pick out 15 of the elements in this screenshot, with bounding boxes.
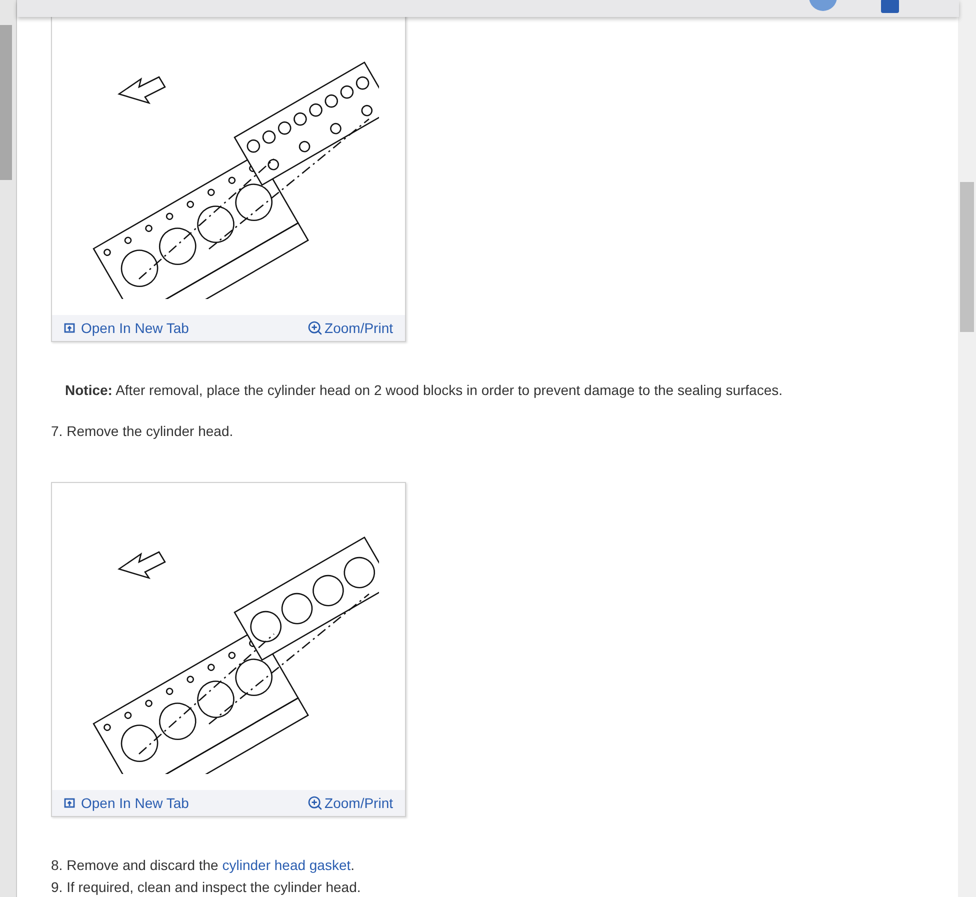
step-text: 9. If required, clean and inspect the cylinder head. (51, 878, 362, 897)
step-text: 7. Remove the cylinder head. (51, 422, 234, 441)
zoom-print-link[interactable]: Zoom/Print (306, 318, 393, 338)
zoom-in-icon (306, 320, 323, 336)
zoom-in-icon (306, 795, 323, 811)
new-tab-icon (64, 323, 75, 333)
open-in-new-tab-link[interactable]: Open In New Tab (64, 792, 189, 814)
scrollbar-thumb[interactable] (960, 182, 974, 332)
zoom-print-link[interactable]: Zoom/Print (306, 792, 393, 814)
new-tab-icon (64, 798, 75, 808)
notice-text: Notice: After removal, place the cylinder head on 2 wood blocks in order to prevent damage to the sealing surfaces. (65, 381, 784, 400)
scrollbar-thumb[interactable] (0, 25, 12, 180)
open-in-new-tab-link[interactable]: Open In New Tab (64, 318, 189, 338)
cylinder-head-gasket-link[interactable]: cylinder head gasket (222, 857, 351, 873)
step-text: 8. Remove and discard the cylinder head gasket. (51, 856, 356, 875)
